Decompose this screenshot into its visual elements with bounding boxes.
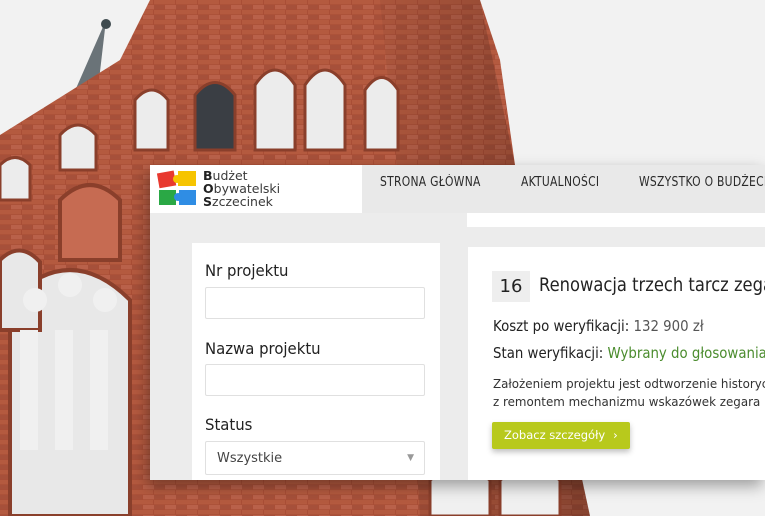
project-description: Założeniem projektu jest odtworzenie his… xyxy=(493,375,765,411)
project-number-input[interactable] xyxy=(205,287,425,319)
chevron-right-icon: › xyxy=(613,428,618,442)
chevron-down-icon: ▼ xyxy=(407,453,414,463)
verification-status-label: Stan weryfikacji: xyxy=(493,344,604,362)
site-header: Budżet Obywatelski Szczecinek STRONA GŁÓ… xyxy=(150,165,765,213)
project-name-label: Nazwa projektu xyxy=(205,339,321,358)
nav-item-home[interactable]: STRONA GŁÓWNA xyxy=(380,175,481,190)
verification-status-value: Wybrany do głosowania xyxy=(607,344,765,362)
status-select-value: Wszystkie xyxy=(217,451,283,466)
see-details-label: Zobacz szczegóły xyxy=(504,428,606,442)
project-verification-status: Stan weryfikacji: Wybrany do głosowania xyxy=(493,344,765,362)
site-panel: Budżet Obywatelski Szczecinek STRONA GŁÓ… xyxy=(150,165,765,480)
project-cost: Koszt po weryfikacji: 132 900 zł xyxy=(493,317,704,335)
main-nav: STRONA GŁÓWNA AKTUALNOŚCI WSZYSTKO O BUD… xyxy=(380,175,765,190)
cost-label: Koszt po weryfikacji: xyxy=(493,317,630,335)
description-line: Założeniem projektu jest odtworzenie his… xyxy=(493,376,765,391)
status-select[interactable]: Wszystkie ▼ xyxy=(205,441,425,475)
description-line: z remontem mechanizmu wskazówek zegara xyxy=(493,394,761,409)
cost-value: 132 900 zł xyxy=(633,317,704,335)
project-title[interactable]: Renowacja trzech tarcz zegara xyxy=(539,274,765,296)
puzzle-logo-icon xyxy=(156,170,196,205)
project-card: 16 Renowacja trzech tarcz zegara Koszt p… xyxy=(468,247,765,480)
site-logo[interactable]: Budżet Obywatelski Szczecinek xyxy=(150,165,362,213)
nav-item-news[interactable]: AKTUALNOŚCI xyxy=(521,175,599,190)
see-details-button[interactable]: Zobacz szczegóły › xyxy=(492,422,630,449)
header-subbar xyxy=(467,213,765,227)
project-number-label: Nr projektu xyxy=(205,261,289,280)
filters-sidebar: Nr projektu Nazwa projektu Status Wszyst… xyxy=(192,243,440,480)
status-label: Status xyxy=(205,415,253,434)
project-name-input[interactable] xyxy=(205,364,425,396)
nav-item-about-budget[interactable]: WSZYSTKO O BUDŻECIE xyxy=(639,175,765,190)
project-number-badge: 16 xyxy=(492,271,530,302)
logo-text: Budżet Obywatelski Szczecinek xyxy=(203,168,281,209)
